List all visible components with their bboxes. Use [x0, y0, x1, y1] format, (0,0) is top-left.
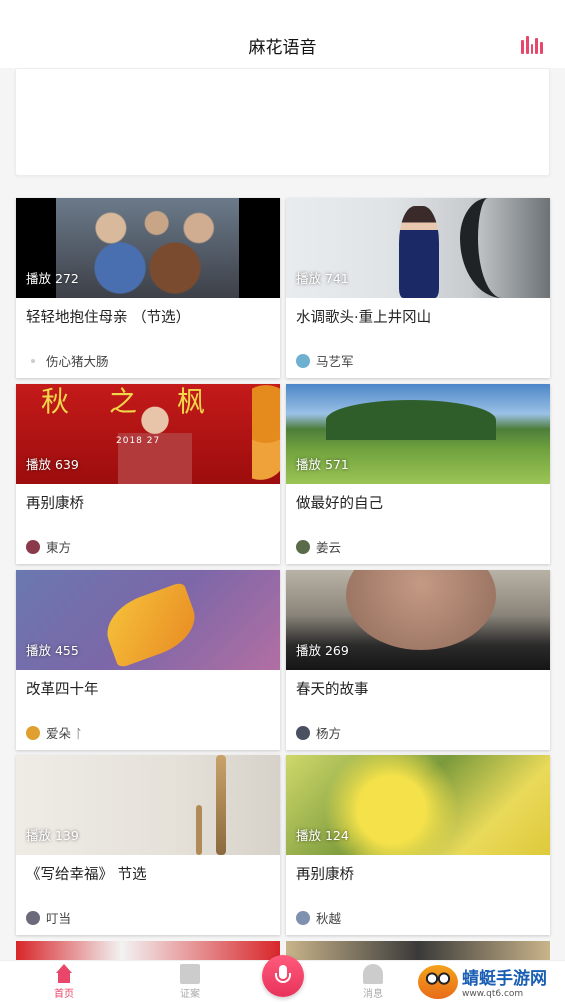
card-title: 再别康桥 [296, 867, 354, 883]
recording-card-partial[interactable] [16, 941, 280, 961]
play-count: 播放 571 [296, 457, 349, 472]
card-author[interactable]: 姜云 [296, 537, 341, 556]
author-name: 杨方 [316, 726, 342, 741]
card-author[interactable]: 叮当 [26, 908, 71, 927]
card-author[interactable]: 杨方 [296, 723, 341, 742]
card-title: 《写给幸福》 节选 [26, 867, 147, 883]
site-watermark: 蜻蜓手游网 www.qt6.com [418, 963, 563, 1000]
play-count: 播放 639 [26, 457, 79, 472]
app-header: 麻花语音 [0, 0, 565, 68]
author-name: 马艺军 [316, 354, 354, 369]
avatar [296, 910, 310, 925]
card-thumbnail: 播放 455 [16, 570, 280, 670]
thumbnail-year-text: 2018 27 [116, 436, 161, 446]
watermark-title: 蜻蜓手游网 [462, 969, 547, 989]
bell-icon [363, 964, 383, 984]
recording-card[interactable]: 秋之枫 2018 27 播放 639 再别康桥 東方 [16, 384, 280, 564]
card-author[interactable]: 伤心猪大肠 [26, 351, 109, 370]
watermark-logo-icon [418, 964, 458, 999]
play-count: 播放 272 [26, 271, 79, 286]
avatar [296, 353, 310, 368]
recording-card[interactable]: 播放 272 轻轻地抱住母亲 （节选） 伤心猪大肠 [16, 198, 280, 378]
avatar [26, 910, 40, 925]
page-title: 麻花语音 [248, 38, 317, 58]
play-count: 播放 124 [296, 828, 349, 843]
tab-label: 首页 [54, 989, 74, 1000]
card-thumbnail: 播放 139 [16, 755, 280, 855]
card-author[interactable]: 马艺军 [296, 351, 354, 370]
card-thumbnail: 播放 124 [286, 755, 550, 855]
avatar [296, 539, 310, 554]
recording-card-partial[interactable] [286, 941, 550, 961]
card-thumbnail: 播放 269 [286, 570, 550, 670]
play-count: 播放 269 [296, 643, 349, 658]
book-icon [180, 964, 200, 984]
card-author[interactable]: 秋越 [296, 908, 341, 927]
author-name: 東方 [46, 540, 72, 555]
card-title: 再别康桥 [26, 496, 84, 512]
tab-messages[interactable]: 消息 [343, 961, 403, 1002]
banner-placeholder[interactable] [15, 68, 550, 176]
recording-card[interactable]: 播放 269 春天的故事 杨方 [286, 570, 550, 750]
tab-label: 证案 [180, 989, 200, 1000]
recording-card[interactable]: 播放 455 改革四十年 爱朵 ᛚ [16, 570, 280, 750]
author-name: 姜云 [316, 540, 342, 555]
card-thumbnail: 播放 571 [286, 384, 550, 484]
author-name: 叮当 [46, 911, 72, 926]
card-author[interactable]: 爱朵 ᛚ [26, 723, 82, 742]
tab-home[interactable]: 首页 [34, 961, 94, 1002]
card-title: 做最好的自己 [296, 496, 383, 512]
home-icon [54, 964, 74, 984]
play-count: 播放 455 [26, 643, 79, 658]
recording-card[interactable]: 播放 139 《写给幸福》 节选 叮当 [16, 755, 280, 935]
play-count: 播放 139 [26, 828, 79, 843]
ranking-chart-icon[interactable] [521, 34, 543, 54]
card-title: 改革四十年 [26, 682, 99, 698]
recording-card[interactable]: 播放 571 做最好的自己 姜云 [286, 384, 550, 564]
avatar [31, 358, 35, 363]
recording-card[interactable]: 播放 741 水调歌头·重上井冈山 马艺军 [286, 198, 550, 378]
watermark-url: www.qt6.com [462, 989, 524, 999]
card-title: 春天的故事 [296, 682, 369, 698]
recording-card[interactable]: 播放 124 再别康桥 秋越 [286, 755, 550, 935]
tab-works[interactable]: 证案 [160, 961, 220, 1002]
avatar [26, 725, 40, 740]
record-mic-button[interactable] [262, 955, 304, 997]
card-title: 轻轻地抱住母亲 （节选） [26, 310, 191, 326]
author-name: 伤心猪大肠 [46, 354, 109, 369]
avatar [26, 539, 40, 554]
author-name: 爱朵 ᛚ [46, 726, 83, 741]
card-thumbnail: 秋之枫 2018 27 播放 639 [16, 384, 280, 484]
card-title: 水调歌头·重上井冈山 [296, 310, 432, 326]
play-count: 播放 741 [296, 271, 349, 286]
tab-label: 消息 [363, 989, 383, 1000]
avatar [296, 725, 310, 740]
author-name: 秋越 [316, 911, 342, 926]
card-thumbnail: 播放 272 [16, 198, 280, 298]
card-author[interactable]: 東方 [26, 537, 71, 556]
card-thumbnail: 播放 741 [286, 198, 550, 298]
